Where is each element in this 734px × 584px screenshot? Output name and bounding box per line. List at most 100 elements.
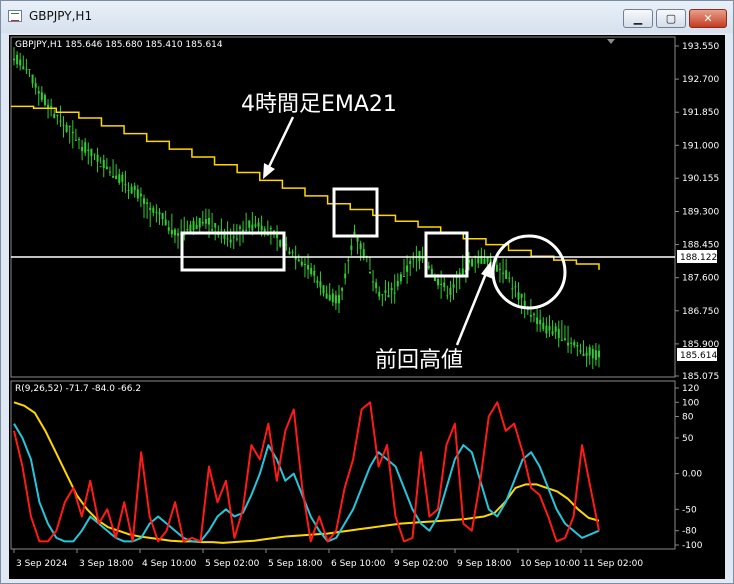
- prev-high-annotation-text: 前回高値: [375, 348, 463, 373]
- candle-body: [245, 229, 248, 231]
- price-tick-label: 191.000: [682, 141, 719, 151]
- candle-body: [276, 233, 279, 238]
- candle-body: [517, 292, 520, 300]
- candle-body: [368, 271, 371, 274]
- candle-body: [390, 288, 393, 291]
- candle-body: [551, 331, 554, 335]
- price-header-text: GBPJPY,H1 185.646 185.680 185.410 185.61…: [15, 40, 223, 50]
- oscillator-header-text: R(9,26,52) -71.7 -84.0 -66.2: [15, 384, 141, 394]
- candle-body: [155, 211, 158, 213]
- candle-body: [124, 184, 127, 186]
- time-tick-label: 5 Sep 02:00: [205, 559, 260, 569]
- candle-body: [291, 251, 294, 253]
- chart-window: GBPJPY,H1 ▁ ▢ ✕ GBPJPY,H1 185.646 185.68…: [0, 0, 734, 584]
- candle-body: [115, 175, 118, 180]
- candle-body: [372, 281, 375, 283]
- candle-body: [502, 272, 505, 274]
- window-title: GBPJPY,H1: [29, 9, 93, 23]
- time-tick-label: 3 Sep 18:00: [79, 559, 134, 569]
- candle-body: [461, 268, 464, 275]
- time-tick-label: 4 Sep 10:00: [142, 559, 197, 569]
- candle-body: [62, 124, 65, 126]
- candle-body: [341, 288, 344, 291]
- candle-body: [53, 113, 56, 119]
- price-tick-label: 186.750: [682, 307, 719, 317]
- candle-body: [167, 227, 170, 231]
- price-tick-label: 187.600: [682, 274, 719, 284]
- osc-tick-label: 50: [682, 434, 694, 444]
- candle-body: [495, 264, 498, 272]
- candle-body: [112, 175, 115, 178]
- annotation-circle[interactable]: [491, 234, 567, 310]
- candle-body: [344, 273, 347, 279]
- candle-body: [483, 259, 486, 264]
- annotation-box-2[interactable]: [332, 187, 379, 238]
- candle-body: [387, 295, 390, 298]
- candle-body: [105, 166, 108, 170]
- candle-body: [328, 294, 331, 301]
- oscillator-fast-line[interactable]: [13, 401, 600, 543]
- close-button[interactable]: ✕: [689, 9, 727, 28]
- candle-body: [452, 284, 455, 288]
- chart-area[interactable]: GBPJPY,H1 185.646 185.680 185.410 185.61…: [9, 35, 725, 579]
- candle-body: [269, 228, 272, 230]
- price-tick-label: 192.700: [682, 75, 719, 85]
- candle-body: [99, 166, 102, 168]
- candle-body: [28, 69, 31, 71]
- oscillator-slow-line[interactable]: [13, 401, 600, 544]
- candle-body: [121, 174, 124, 182]
- collapse-arrow-icon[interactable]: [607, 39, 615, 44]
- window-titlebar[interactable]: GBPJPY,H1 ▁ ▢ ✕: [1, 1, 733, 33]
- candle-body: [409, 260, 412, 264]
- candle-body: [232, 236, 235, 238]
- minimize-button[interactable]: ▁: [623, 9, 653, 28]
- candle-body: [74, 139, 77, 141]
- candle-body: [251, 224, 254, 231]
- candle-body: [529, 315, 532, 317]
- candle-body: [201, 222, 204, 224]
- maximize-button[interactable]: ▢: [656, 9, 686, 28]
- ema21-line[interactable]: [11, 105, 600, 270]
- candle-body: [570, 342, 573, 344]
- candle-body: [300, 261, 303, 266]
- candle-body: [412, 258, 415, 260]
- ema-arrow-line: [265, 116, 295, 172]
- annotation-box-1[interactable]: [180, 231, 286, 272]
- candle-body: [508, 277, 511, 279]
- chart-svg[interactable]: GBPJPY,H1 185.646 185.680 185.410 185.61…: [9, 35, 725, 579]
- candle-body: [226, 238, 229, 240]
- candle-body: [384, 290, 387, 293]
- candle-body: [84, 142, 87, 153]
- candle-body: [303, 264, 306, 266]
- candle-body: [90, 148, 93, 157]
- time-axis: 3 Sep 2024 3 Sep 18:00 4 Sep 10:00 5 Sep 02…: [13, 549, 643, 569]
- candle-body: [514, 286, 517, 288]
- candle-body: [297, 259, 300, 262]
- candle-body: [93, 153, 96, 155]
- candle-body: [118, 174, 121, 183]
- price-tick-label: 191.850: [682, 108, 719, 118]
- candle-body: [34, 83, 37, 88]
- candle-body: [37, 91, 40, 94]
- candle-body: [25, 69, 28, 71]
- time-tick-label: 3 Sep 2024: [16, 559, 68, 569]
- candle-body: [579, 350, 582, 352]
- candle-body: [356, 237, 359, 242]
- candle-body: [319, 281, 322, 288]
- candle-body: [536, 317, 539, 325]
- price-tick-label: 190.155: [682, 174, 719, 184]
- candle-body: [50, 105, 53, 108]
- price-tick-label: 193.550: [682, 42, 719, 52]
- candle-body: [87, 149, 90, 152]
- candle-body: [511, 288, 514, 290]
- candle-body: [378, 291, 381, 297]
- osc-tick-label: -80: [682, 527, 697, 537]
- candle-body: [192, 220, 195, 231]
- candle-body: [16, 54, 19, 65]
- price-tick-label: 188.450: [682, 241, 719, 251]
- osc-tick-label: 120: [682, 384, 699, 394]
- candle-body: [307, 264, 310, 270]
- candle-body: [136, 189, 139, 199]
- time-tick-label: 6 Sep 10:00: [331, 559, 386, 569]
- candle-body: [582, 353, 585, 357]
